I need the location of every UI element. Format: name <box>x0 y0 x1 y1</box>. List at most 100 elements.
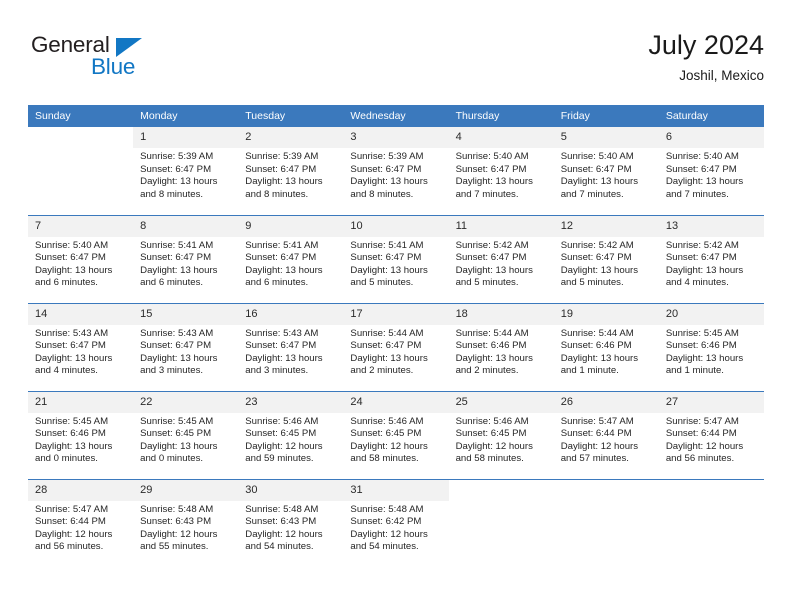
title-block: July 2024 Joshil, Mexico <box>648 28 764 85</box>
calendar-day-cell[interactable]: 3 Sunrise: 5:39 AM Sunset: 6:47 PM Daylight… <box>343 127 449 215</box>
sunrise-text: Sunrise: 5:46 AM <box>350 415 424 427</box>
calendar-day-cell[interactable]: 12 Sunrise: 5:42 AM Sunset: 6:47 PM Dayligh… <box>553 214 659 303</box>
sunset-text: Sunset: 6:43 PM <box>245 516 317 528</box>
day-details: Sunrise: 5:48 AM Sunset: 6:42 PM Daylight:… <box>343 501 448 554</box>
calendar-day-cell[interactable]: 11 Sunrise: 5:42 AM Sunset: 6:47 PM Dayligh… <box>448 214 554 303</box>
day-number: 4 <box>448 127 554 148</box>
calendar-day-cell[interactable]: 10 Sunrise: 5:41 AM Sunset: 6:47 PM Dayligh… <box>343 214 449 303</box>
calendar-week-row: 28 Sunrise: 5:47 AM Sunset: 6:44 PM Dayligh… <box>28 478 764 567</box>
daylight-text: Daylight: 13 hours and 2 minutes. <box>350 352 428 377</box>
daylight-text: Daylight: 12 hours and 58 minutes. <box>350 440 428 465</box>
calendar-day-cell[interactable]: 29 Sunrise: 5:48 AM Sunset: 6:43 PM Dayligh… <box>133 478 239 567</box>
day-details: Sunrise: 5:48 AM Sunset: 6:43 PM Daylight:… <box>133 501 238 554</box>
daylight-text: Daylight: 13 hours and 7 minutes. <box>560 176 639 200</box>
sunrise-text: Sunrise: 5:44 AM <box>455 327 529 339</box>
day-details: Sunrise: 5:46 AM Sunset: 6:45 PM Daylight:… <box>343 413 448 466</box>
calendar-day-cell[interactable]: 23 Sunrise: 5:46 AM Sunset: 6:45 PM Dayligh… <box>238 390 344 479</box>
calendar-day-cell[interactable]: 8 Sunrise: 5:41 AM Sunset: 6:47 PM Daylight… <box>133 214 239 303</box>
daylight-text: Daylight: 12 hours and 54 minutes. <box>245 528 323 553</box>
day-details: Sunrise: 5:46 AM Sunset: 6:45 PM Daylight:… <box>238 413 343 466</box>
day-details: Sunrise: 5:40 AM Sunset: 6:47 PM Daylight:… <box>659 148 764 201</box>
daylight-text: Daylight: 13 hours and 4 minutes. <box>665 264 744 289</box>
calendar-day-cell[interactable]: 9 Sunrise: 5:41 AM Sunset: 6:47 PM Daylight… <box>238 214 344 303</box>
weekday-header-saturday: Saturday <box>658 105 764 127</box>
sunrise-text: Sunrise: 5:41 AM <box>350 239 424 251</box>
sunset-text: Sunset: 6:47 PM <box>560 163 632 175</box>
sunset-text: Sunset: 6:47 PM <box>350 340 422 352</box>
calendar-week-row: 1 Sunrise: 5:39 AM Sunset: 6:47 PM Daylight… <box>28 127 764 215</box>
sunset-text: Sunset: 6:44 PM <box>560 428 632 440</box>
day-number: 14 <box>28 303 134 325</box>
calendar-day-cell[interactable]: 26 Sunrise: 5:47 AM Sunset: 6:44 PM Dayligh… <box>553 390 659 479</box>
day-number: 28 <box>28 479 134 501</box>
day-number: 22 <box>133 391 239 413</box>
calendar-day-cell[interactable]: 17 Sunrise: 5:44 AM Sunset: 6:47 PM Dayligh… <box>343 302 449 391</box>
sunset-text: Sunset: 6:47 PM <box>350 252 422 264</box>
day-number <box>658 479 764 501</box>
day-number: 19 <box>553 303 659 325</box>
calendar-day-cell[interactable]: 14 Sunrise: 5:43 AM Sunset: 6:47 PM Dayligh… <box>28 302 134 391</box>
sunrise-text: Sunrise: 5:48 AM <box>350 503 424 515</box>
calendar-day-cell[interactable]: 16 Sunrise: 5:43 AM Sunset: 6:47 PM Dayligh… <box>238 302 344 391</box>
sunrise-text: Sunrise: 5:45 AM <box>140 415 214 427</box>
weekday-header-tuesday: Tuesday <box>238 105 344 127</box>
daylight-text: Daylight: 13 hours and 8 minutes. <box>245 176 323 200</box>
calendar-week-row: 21 Sunrise: 5:45 AM Sunset: 6:46 PM Dayligh… <box>28 390 764 479</box>
sunset-text: Sunset: 6:46 PM <box>560 340 632 352</box>
day-number: 21 <box>28 391 134 413</box>
day-number <box>553 479 659 501</box>
day-number: 13 <box>658 215 764 237</box>
day-details: Sunrise: 5:44 AM Sunset: 6:47 PM Daylight:… <box>343 325 448 378</box>
general-blue-logo: General Blue <box>31 32 251 90</box>
sunset-text: Sunset: 6:47 PM <box>665 163 737 175</box>
day-number: 26 <box>553 391 659 413</box>
sunrise-text: Sunrise: 5:44 AM <box>560 327 634 339</box>
weekday-header-monday: Monday <box>133 105 239 127</box>
calendar-day-cell[interactable]: 2 Sunrise: 5:39 AM Sunset: 6:47 PM Daylight… <box>238 127 344 215</box>
day-number: 30 <box>238 479 344 501</box>
sunrise-text: Sunrise: 5:39 AM <box>245 151 319 162</box>
calendar-body: 1 Sunrise: 5:39 AM Sunset: 6:47 PM Daylight… <box>28 127 764 567</box>
calendar-day-cell[interactable]: 7 Sunrise: 5:40 AM Sunset: 6:47 PM Daylight… <box>28 214 134 303</box>
day-details: Sunrise: 5:45 AM Sunset: 6:46 PM Daylight:… <box>659 325 764 378</box>
daylight-text: Daylight: 13 hours and 5 minutes. <box>350 264 428 289</box>
day-number <box>448 479 554 501</box>
day-details: Sunrise: 5:42 AM Sunset: 6:47 PM Daylight:… <box>449 237 554 290</box>
daylight-text: Daylight: 13 hours and 6 minutes. <box>245 264 323 289</box>
daylight-text: Daylight: 12 hours and 54 minutes. <box>350 528 428 553</box>
sunrise-text: Sunrise: 5:39 AM <box>140 151 214 162</box>
calendar-day-cell[interactable]: 31 Sunrise: 5:48 AM Sunset: 6:42 PM Dayligh… <box>343 478 449 567</box>
calendar-day-cell[interactable]: 13 Sunrise: 5:42 AM Sunset: 6:47 PM Dayligh… <box>658 214 764 303</box>
calendar-day-cell[interactable]: 6 Sunrise: 5:40 AM Sunset: 6:47 PM Daylight… <box>658 127 764 215</box>
calendar-day-cell[interactable]: 15 Sunrise: 5:43 AM Sunset: 6:47 PM Dayligh… <box>133 302 239 391</box>
calendar-day-cell[interactable]: 22 Sunrise: 5:45 AM Sunset: 6:45 PM Dayligh… <box>133 390 239 479</box>
calendar-day-cell[interactable]: 30 Sunrise: 5:48 AM Sunset: 6:43 PM Dayligh… <box>238 478 344 567</box>
calendar-day-cell[interactable]: 27 Sunrise: 5:47 AM Sunset: 6:44 PM Dayligh… <box>658 390 764 479</box>
sunrise-text: Sunrise: 5:45 AM <box>35 415 109 427</box>
day-details: Sunrise: 5:47 AM Sunset: 6:44 PM Daylight:… <box>659 413 764 466</box>
day-number: 20 <box>658 303 764 325</box>
page-title: July 2024 <box>648 30 764 60</box>
sunrise-text: Sunrise: 5:41 AM <box>245 239 319 251</box>
calendar-day-cell[interactable]: 20 Sunrise: 5:45 AM Sunset: 6:46 PM Dayligh… <box>658 302 764 391</box>
sunset-text: Sunset: 6:45 PM <box>245 428 317 440</box>
sunset-text: Sunset: 6:46 PM <box>455 340 527 352</box>
day-details: Sunrise: 5:40 AM Sunset: 6:47 PM Daylight:… <box>554 148 659 201</box>
daylight-text: Daylight: 13 hours and 8 minutes. <box>350 176 428 200</box>
day-details: Sunrise: 5:43 AM Sunset: 6:47 PM Daylight:… <box>28 325 133 378</box>
calendar-day-cell[interactable]: 19 Sunrise: 5:44 AM Sunset: 6:46 PM Dayligh… <box>553 302 659 391</box>
sunset-text: Sunset: 6:45 PM <box>350 428 422 440</box>
calendar-day-cell[interactable]: 1 Sunrise: 5:39 AM Sunset: 6:47 PM Daylight… <box>133 127 239 215</box>
sunset-text: Sunset: 6:47 PM <box>245 163 317 175</box>
calendar-day-cell[interactable]: 21 Sunrise: 5:45 AM Sunset: 6:46 PM Dayligh… <box>28 390 134 479</box>
calendar-day-cell[interactable]: 28 Sunrise: 5:47 AM Sunset: 6:44 PM Dayligh… <box>28 478 134 567</box>
calendar-day-cell[interactable]: 18 Sunrise: 5:44 AM Sunset: 6:46 PM Dayligh… <box>448 302 554 391</box>
daylight-text: Daylight: 13 hours and 6 minutes. <box>35 264 113 289</box>
calendar-day-cell[interactable]: 25 Sunrise: 5:46 AM Sunset: 6:45 PM Dayligh… <box>448 390 554 479</box>
calendar-day-cell[interactable]: 24 Sunrise: 5:46 AM Sunset: 6:45 PM Dayligh… <box>343 390 449 479</box>
sunrise-text: Sunrise: 5:45 AM <box>665 327 739 339</box>
sunrise-text: Sunrise: 5:40 AM <box>455 151 529 162</box>
calendar-day-cell[interactable]: 5 Sunrise: 5:40 AM Sunset: 6:47 PM Daylight… <box>553 127 659 215</box>
day-details: Sunrise: 5:47 AM Sunset: 6:44 PM Daylight:… <box>554 413 659 466</box>
calendar-day-cell[interactable]: 4 Sunrise: 5:40 AM Sunset: 6:47 PM Daylight… <box>448 127 554 215</box>
